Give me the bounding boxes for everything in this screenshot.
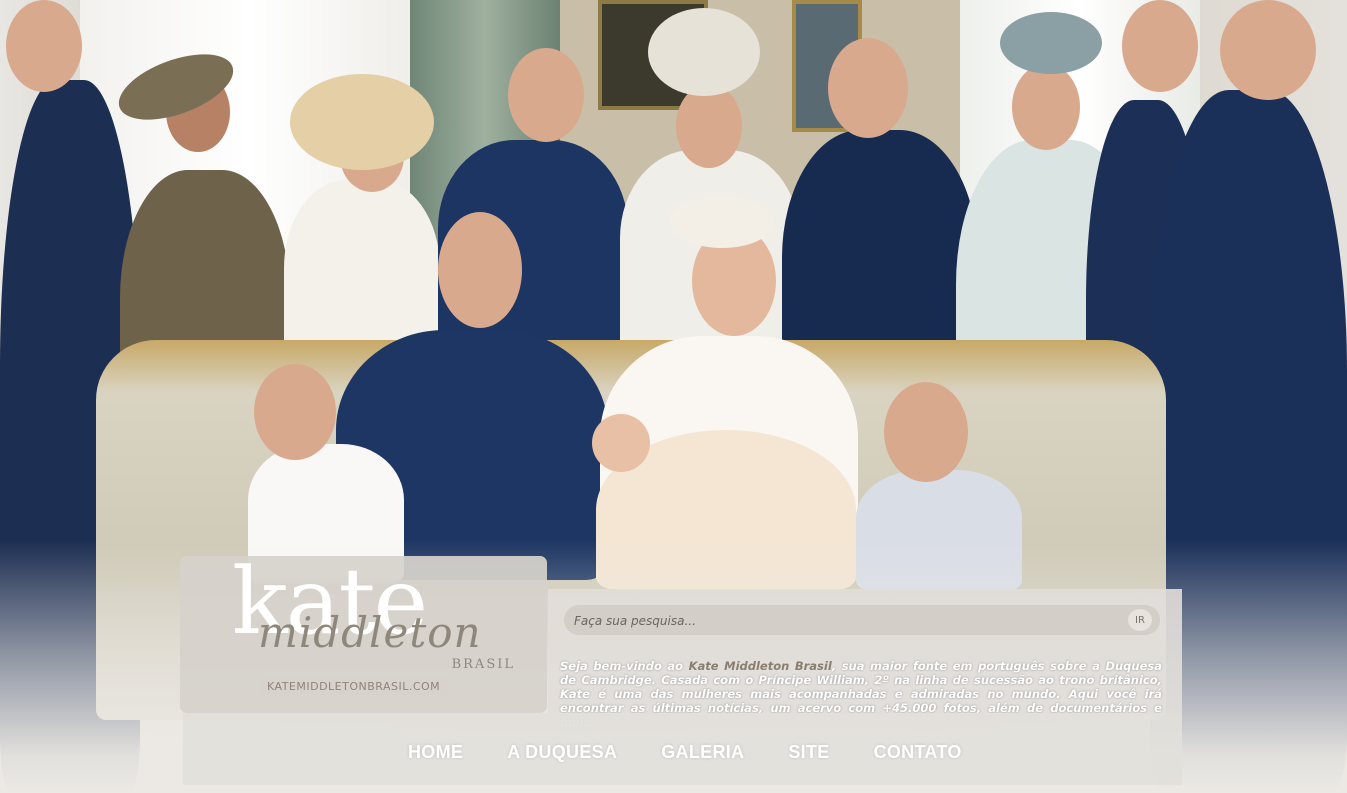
info-panel: IR Seja bem-vindo ao Kate Middleton Bras… (548, 589, 1182, 729)
child-head (884, 382, 968, 482)
nav-item-site[interactable]: SITE (788, 742, 829, 768)
search-bar: IR (564, 605, 1160, 635)
child-head (254, 364, 336, 460)
page: kate middleton BRASIL KATEMIDDLETONBRASI… (0, 0, 1347, 793)
search-input[interactable] (572, 609, 1126, 633)
person-head (676, 84, 742, 168)
search-button[interactable]: IR (1128, 609, 1152, 631)
nav-item-home[interactable]: HOME (408, 742, 463, 768)
person-head (1122, 0, 1198, 92)
headpiece (670, 196, 774, 248)
hat (648, 8, 760, 96)
logo-script: middleton (258, 608, 482, 657)
logo-url: KATEMIDDLETONBRASIL.COM (260, 678, 448, 695)
baby-head (592, 414, 650, 472)
nav-item-galeria[interactable]: GALERIA (661, 742, 744, 768)
hat (290, 74, 434, 170)
welcome-site-name: Kate Middleton Brasil (688, 659, 832, 673)
person-head (1220, 0, 1316, 100)
person-head (1012, 64, 1080, 150)
welcome-prefix: Seja bem-vindo ao (560, 659, 689, 673)
nav-item-contato[interactable]: CONTATO (874, 742, 962, 768)
hat (1000, 12, 1102, 74)
logo-country: BRASIL (451, 657, 515, 672)
person-head (438, 212, 522, 328)
main-nav: HOME A DUQUESA GALERIA SITE CONTATO (408, 742, 962, 768)
site-logo[interactable]: kate middleton BRASIL KATEMIDDLETONBRASI… (180, 556, 547, 713)
person-head (828, 38, 908, 138)
person-head (6, 0, 82, 92)
nav-item-a-duquesa[interactable]: A DUQUESA (507, 742, 617, 768)
person-head (508, 48, 584, 142)
